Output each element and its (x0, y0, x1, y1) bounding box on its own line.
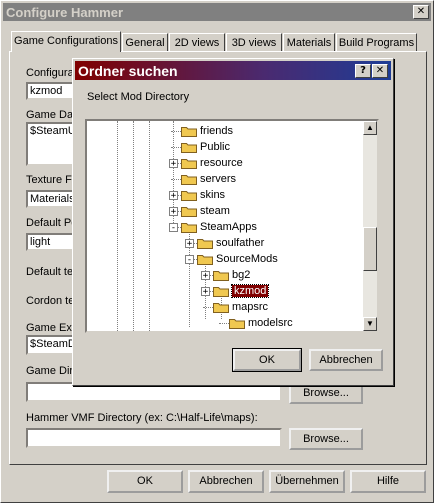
tree-line (219, 323, 229, 324)
tree-node-label: skins (200, 189, 226, 201)
vmf-dir-browse-button[interactable]: Browse... (289, 428, 363, 450)
dialog-prompt: Select Mod Directory (87, 91, 190, 103)
tree-node-label: SourceMods (216, 253, 278, 265)
tree-node[interactable]: kzmod (213, 283, 270, 299)
tree-line (203, 307, 213, 308)
folder-icon (181, 191, 197, 202)
tree-node[interactable]: Public (181, 139, 230, 155)
vmf-dir-label: Hammer VMF Directory (ex: C:\Half-Life\m… (26, 412, 258, 424)
texture-format-label: Texture Fo (26, 174, 78, 186)
tab-build-programs[interactable]: Build Programs (336, 33, 417, 51)
tree-node-label: soulfather (216, 237, 265, 249)
tree-line (171, 147, 181, 148)
expand-icon[interactable]: + (201, 271, 210, 281)
game-exe-label: Game Exe (26, 322, 78, 334)
folder-icon (181, 175, 197, 186)
tree-node-label: friends (200, 125, 234, 137)
tree-node-label: bg2 (232, 269, 251, 281)
cancel-button[interactable]: Abbrechen (188, 470, 264, 493)
collapse-icon[interactable]: - (169, 223, 178, 233)
tab-game-configurations[interactable]: Game Configurations (11, 31, 121, 52)
scroll-thumb[interactable] (363, 227, 377, 271)
tree-line (133, 121, 134, 331)
window-title-bar[interactable]: Configure Hammer ✕ (3, 3, 431, 21)
tree-node[interactable]: friends (181, 123, 233, 139)
tree-scrollbar[interactable]: ▲ ▼ (363, 121, 377, 331)
tab-3d-views[interactable]: 3D views (226, 33, 282, 51)
expand-icon[interactable]: + (201, 287, 210, 297)
collapse-icon[interactable]: - (185, 255, 194, 265)
dialog-title-bar[interactable]: Ordner suchen ? ✕ (75, 61, 391, 80)
folder-icon (181, 143, 197, 154)
dialog-cancel-button[interactable]: Abbrechen (309, 349, 383, 371)
tree-node-label: kzmod (230, 284, 270, 298)
dialog-help-button[interactable]: ? (355, 64, 371, 78)
browse-folder-dialog: Ordner suchen ? ✕ Select Mod Directory f… (72, 58, 394, 386)
scroll-up-button[interactable]: ▲ (363, 121, 377, 135)
cordon-texture-label: Cordon te (26, 295, 75, 307)
ok-button[interactable]: OK (107, 470, 183, 493)
configurations-label: Configurat (26, 67, 77, 79)
tree-node[interactable]: skins (181, 187, 225, 203)
tree-node[interactable]: SteamApps (181, 219, 257, 235)
tree-line (171, 179, 181, 180)
tree-node-label: modelsrc (248, 317, 293, 329)
folder-icon (213, 287, 229, 298)
tab-2d-views[interactable]: 2D views (169, 33, 225, 51)
tree-node-label: SteamApps (200, 221, 257, 233)
scroll-down-button[interactable]: ▼ (363, 317, 377, 331)
game-data-label: Game Dat (26, 109, 77, 121)
tree-node[interactable]: steam (181, 203, 230, 219)
folder-icon (197, 255, 213, 266)
tab-materials[interactable]: Materials (283, 33, 335, 51)
dialog-title: Ordner suchen (78, 63, 178, 79)
window-title: Configure Hammer (6, 5, 124, 20)
expand-icon[interactable]: + (169, 191, 178, 201)
folder-icon (181, 223, 197, 234)
folder-icon (181, 127, 197, 138)
tree-node[interactable]: mapsrc (213, 299, 268, 315)
tree-node-label: servers (200, 173, 237, 185)
dialog-ok-button[interactable]: OK (232, 348, 302, 372)
window-close-button[interactable]: ✕ (413, 5, 429, 19)
folder-icon (229, 319, 245, 330)
folder-icon (197, 239, 213, 250)
tree-node-label: mapsrc (232, 301, 269, 313)
tree-node-label: steam (200, 205, 230, 217)
expand-icon[interactable]: + (185, 239, 194, 249)
tree-node[interactable]: bg2 (213, 267, 250, 283)
tree-node[interactable]: resource (181, 155, 243, 171)
tree-line (149, 121, 150, 331)
default-texture-label: Default te (26, 266, 74, 278)
vmf-dir-field[interactable] (26, 428, 282, 448)
tree-node-label: Public (200, 141, 230, 153)
folder-icon (213, 303, 229, 314)
folder-tree[interactable]: friends Public resource + servers skins + steam… (85, 119, 379, 333)
tree-line (171, 131, 181, 132)
default-point-label: Default Po (26, 217, 78, 229)
expand-icon[interactable]: + (169, 159, 178, 169)
expand-icon[interactable]: + (169, 207, 178, 217)
tree-node[interactable]: servers (181, 171, 236, 187)
tree-node-label: resource (200, 157, 243, 169)
help-button[interactable]: Hilfe (350, 470, 426, 493)
tab-general[interactable]: General (122, 33, 168, 51)
tree-node[interactable]: SourceMods (197, 251, 278, 267)
dialog-close-button[interactable]: ✕ (372, 64, 388, 78)
tree-line (117, 121, 118, 331)
apply-button[interactable]: Übernehmen (269, 470, 345, 493)
tree-node[interactable]: soulfather (197, 235, 264, 251)
tree-node[interactable]: modelsrc (229, 315, 293, 331)
folder-icon (181, 159, 197, 170)
folder-icon (213, 271, 229, 282)
folder-icon (181, 207, 197, 218)
